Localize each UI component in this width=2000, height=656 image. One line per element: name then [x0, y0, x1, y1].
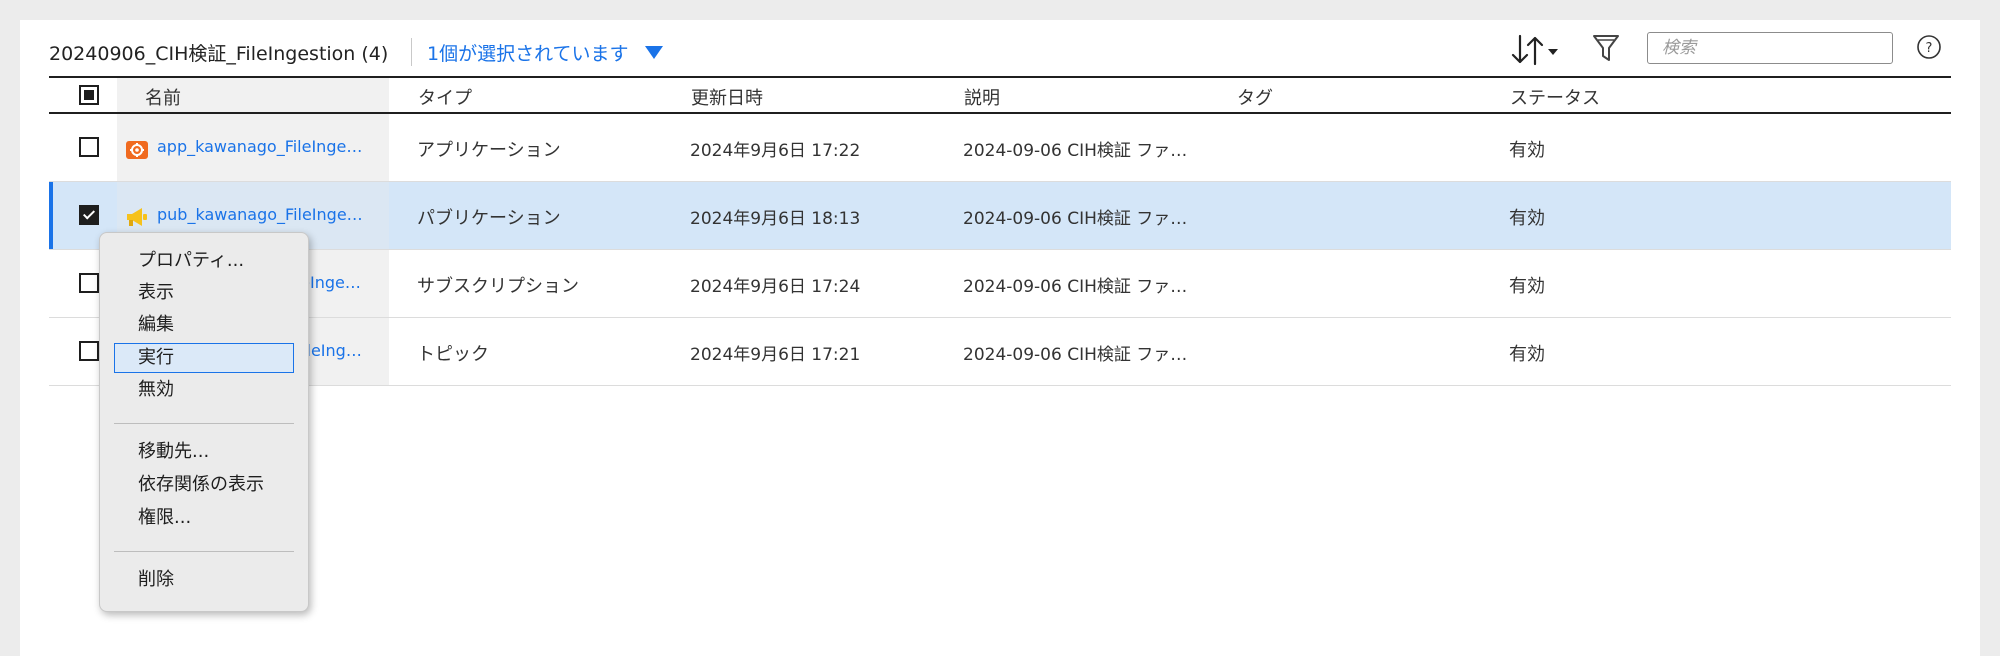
row-checkbox[interactable]	[79, 273, 99, 293]
filter-icon[interactable]	[1590, 30, 1622, 66]
row-checkbox[interactable]	[79, 137, 99, 157]
menu-divider	[114, 423, 294, 424]
column-header-description[interactable]: 説明	[964, 84, 1000, 110]
asset-updated: 2024年9月6日 18:13	[690, 209, 861, 229]
search-input[interactable]	[1647, 32, 1893, 64]
asset-status: 有効	[1509, 208, 1545, 229]
context-menu: プロパティ... 表示 編集 実行 無効 移動先... 依存関係の表示 権限..…	[99, 232, 309, 612]
select-all-checkbox[interactable]	[79, 85, 99, 105]
selection-indicator	[49, 182, 53, 249]
asset-type: パブリケーション	[417, 208, 561, 229]
asset-type: トピック	[417, 344, 489, 365]
menu-item-run[interactable]: 実行	[114, 343, 294, 373]
row-checkbox[interactable]	[79, 205, 99, 225]
table-row-selected[interactable]: pub_kawanago_FileIngestion パブリケーション 2024…	[49, 182, 1951, 250]
menu-item-move-to[interactable]: 移動先...	[114, 437, 294, 467]
menu-item-view[interactable]: 表示	[114, 278, 294, 308]
dropdown-triangle-icon	[644, 46, 663, 59]
table-row[interactable]: app_kawanago_FileIngestion アプリケーション 2024…	[49, 114, 1951, 182]
asset-name-link[interactable]: pub_kawanago_FileIngestion	[157, 205, 367, 224]
asset-description: 2024-09-06 CIH検証 ファイル	[963, 209, 1203, 229]
menu-divider	[114, 551, 294, 552]
help-icon[interactable]: ?	[1916, 34, 1942, 60]
asset-status: 有効	[1509, 344, 1545, 365]
asset-updated: 2024年9月6日 17:22	[690, 141, 861, 161]
selection-label: 1個が選択されています	[427, 43, 629, 65]
row-checkbox[interactable]	[79, 341, 99, 361]
asset-updated: 2024年9月6日 17:24	[690, 277, 861, 297]
menu-item-delete[interactable]: 削除	[114, 565, 294, 595]
menu-item-permissions[interactable]: 権限...	[114, 503, 294, 533]
column-header-type[interactable]: タイプ	[418, 84, 472, 110]
menu-item-properties[interactable]: プロパティ...	[114, 246, 294, 276]
asset-description: 2024-09-06 CIH検証 ファイル	[963, 277, 1203, 297]
svg-text:?: ?	[1926, 41, 1933, 56]
menu-item-edit[interactable]: 編集	[114, 310, 294, 340]
asset-table: 名前 タイプ 更新日時 説明 タグ ステータス app_kawanago_Fil…	[49, 76, 1951, 386]
column-header-updated[interactable]: 更新日時	[691, 84, 763, 110]
asset-name-link[interactable]: app_kawanago_FileIngestion	[157, 137, 367, 156]
column-header-status[interactable]: ステータス	[1510, 84, 1600, 110]
menu-item-show-dependencies[interactable]: 依存関係の表示	[114, 470, 294, 500]
column-header-tags[interactable]: タグ	[1237, 84, 1273, 110]
asset-description: 2024-09-06 CIH検証 ファイル	[963, 345, 1203, 365]
sort-icon[interactable]	[1510, 32, 1562, 68]
asset-status: 有効	[1509, 276, 1545, 297]
menu-item-disable[interactable]: 無効	[114, 375, 294, 405]
asset-list-panel: 20240906_CIH検証_FileIngestion (4) 1個が選択され…	[20, 20, 1980, 656]
publication-megaphone-icon	[127, 208, 147, 226]
table-header: 名前 タイプ 更新日時 説明 タグ ステータス	[49, 76, 1951, 114]
folder-title: 20240906_CIH検証_FileIngestion (4)	[49, 43, 389, 65]
asset-updated: 2024年9月6日 17:21	[690, 345, 861, 365]
selection-dropdown[interactable]: 1個が選択されています	[427, 39, 663, 66]
list-header: 20240906_CIH検証_FileIngestion (4) 1個が選択され…	[20, 20, 1980, 76]
asset-status: 有効	[1509, 140, 1545, 161]
asset-description: 2024-09-06 CIH検証 ファイル	[963, 141, 1203, 161]
table-row[interactable]: topic_kawanago_FileIngestion トピック 2024年9…	[49, 318, 1951, 386]
table-row[interactable]: sub_kawanago_FileIngestion サブスクリプション 202…	[49, 250, 1951, 318]
header-divider	[411, 38, 412, 66]
column-header-name[interactable]: 名前	[145, 84, 181, 110]
application-icon	[126, 141, 148, 159]
asset-type: サブスクリプション	[417, 276, 579, 297]
asset-type: アプリケーション	[417, 140, 561, 161]
